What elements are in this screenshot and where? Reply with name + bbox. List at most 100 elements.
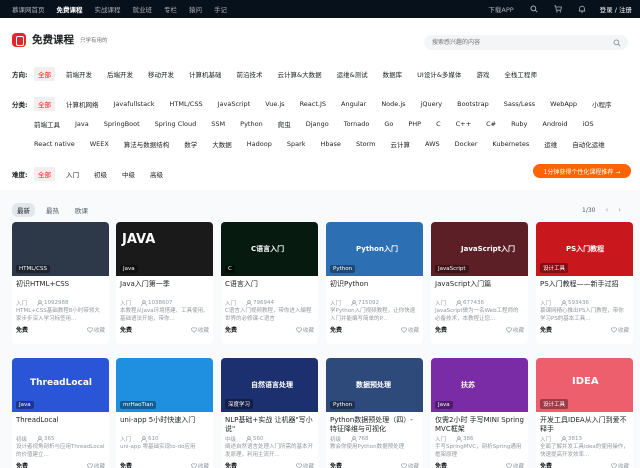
course-card[interactable]: ThreadLocal Java ThreadLocal 初级 365 设计者视角剖析与应…	[12, 358, 109, 468]
course-title[interactable]: JavaScript入门篇	[431, 276, 528, 298]
category-tag[interactable]: Node.js	[377, 98, 409, 110]
category-tag[interactable]: Android	[538, 118, 571, 130]
download-app-link[interactable]: 下载APP	[488, 4, 513, 14]
sort-tab-hottest[interactable]: 最热	[41, 203, 64, 217]
course-card[interactable]: IDEA 设计工具 开发工具IDEA从入门到爱不释手 入门 3813 全面了解并发工具id…	[536, 358, 633, 468]
category-tag[interactable]: C#	[482, 118, 500, 130]
bell-icon[interactable]	[578, 5, 586, 13]
favorite-button[interactable]: 收藏	[506, 462, 524, 468]
category-tag[interactable]: 自动化运维	[568, 137, 609, 151]
category-tag[interactable]: Docker	[451, 138, 482, 150]
login-register-link[interactable]: 登录 / 注册	[600, 4, 632, 14]
category-tag[interactable]: 计算机网络	[62, 97, 103, 111]
category-tag[interactable]: iOS	[579, 118, 598, 130]
category-tag[interactable]: Ruby	[507, 118, 531, 130]
difficulty-tag[interactable]: 初级	[90, 167, 111, 181]
course-title[interactable]: Java入门第一季	[116, 276, 213, 298]
category-tag[interactable]: 大数据	[208, 137, 236, 151]
course-thumbnail[interactable]: JAVA Java	[116, 222, 213, 276]
favorite-button[interactable]: 收藏	[401, 326, 419, 334]
category-tag[interactable]: Tornado	[340, 118, 374, 130]
course-thumbnail[interactable]: Python入门 Python	[326, 222, 423, 276]
personalized-recommendation-button[interactable]: 1分钟获得个性化课程推荐 →	[533, 164, 631, 178]
favorite-button[interactable]: 收藏	[191, 326, 209, 334]
course-card[interactable]: 自然语言处理 深度学习 NLP基础+实战 让机器"写小说" 中级 560 阐述自然语言处理…	[221, 358, 318, 468]
category-tag[interactable]: 运维	[540, 137, 561, 151]
difficulty-tag-all[interactable]: 全部	[34, 167, 55, 181]
course-search-input[interactable]	[424, 35, 604, 50]
direction-tag[interactable]: 前端开发	[62, 67, 96, 81]
search-icon[interactable]	[530, 5, 538, 13]
nav-career-class[interactable]: 就业班	[133, 4, 153, 14]
category-tag[interactable]: Go	[380, 118, 397, 130]
course-thumbnail[interactable]: PS入门教程 设计工具	[536, 222, 633, 276]
direction-tag[interactable]: 移动开发	[144, 67, 178, 81]
favorite-button[interactable]: 收藏	[296, 462, 314, 468]
difficulty-tag[interactable]: 入门	[62, 167, 83, 181]
category-tag[interactable]: 算法与数据结构	[120, 137, 174, 151]
category-tag[interactable]: jQuery	[417, 98, 447, 110]
category-tag[interactable]: Python	[236, 118, 267, 130]
category-tag[interactable]: 爬虫	[274, 117, 295, 131]
sort-tab-latest[interactable]: 最新	[12, 203, 35, 217]
course-thumbnail[interactable]: IDEA 设计工具	[536, 358, 633, 412]
direction-tag[interactable]: UI设计&多媒体	[413, 67, 465, 81]
category-tag[interactable]: Hbase	[317, 138, 345, 150]
course-title[interactable]: NLP基础+实战 让机器"写小说"	[221, 412, 318, 434]
nav-practical-courses[interactable]: 实战课程	[95, 4, 121, 14]
direction-tag-all[interactable]: 全部	[34, 67, 55, 81]
category-tag[interactable]: JavaScript	[214, 98, 255, 110]
course-card[interactable]: 扶苏 Java 仅需2小时 手写MINI Spring MVC框架 入门 386 手写Sp…	[431, 358, 528, 468]
course-card[interactable]: Python入门 Python 初识Python 入门 715092 学Python入门视…	[326, 222, 423, 344]
favorite-button[interactable]: 收藏	[191, 462, 209, 468]
category-tag[interactable]: WebApp	[546, 98, 581, 110]
nav-free-courses[interactable]: 免费课程	[57, 4, 83, 14]
sort-tab-third[interactable]: 欧课	[70, 203, 93, 217]
course-title[interactable]: Python数据预处理（四）- 特征降维与可视化	[326, 412, 423, 434]
category-tag[interactable]: 小程序	[588, 97, 616, 111]
course-thumbnail[interactable]: 数据预处理 Python	[326, 358, 423, 412]
course-title[interactable]: C语言入门	[221, 276, 318, 298]
category-tag[interactable]: Storm	[352, 138, 380, 150]
category-tag[interactable]: 云计算	[386, 137, 414, 151]
nav-home[interactable]: 慕课网首页	[12, 4, 45, 14]
course-title[interactable]: uni-app 5小时快速入门	[116, 412, 213, 434]
next-page-button[interactable]: ›	[618, 206, 621, 214]
course-card[interactable]: JavaScript入门 JavaScript JavaScript入门篇 入门 677…	[431, 222, 528, 344]
direction-tag[interactable]: 运维&测试	[333, 67, 372, 81]
course-title[interactable]: PS入门教程——新手过招	[536, 276, 633, 298]
direction-tag[interactable]: 数据库	[379, 67, 407, 81]
course-thumbnail[interactable]: ThreadLocal Java	[12, 358, 109, 412]
category-tag[interactable]: Sass/Less	[500, 98, 539, 110]
course-thumbnail[interactable]: mrHaoTian	[116, 358, 213, 412]
course-thumbnail[interactable]: HTML/CSS	[12, 222, 109, 276]
category-tag[interactable]: Java	[71, 118, 93, 130]
course-title[interactable]: 仅需2小时 手写MINI Spring MVC框架	[431, 412, 528, 434]
category-tag[interactable]: Javafullstack	[110, 98, 159, 110]
favorite-button[interactable]: 收藏	[296, 326, 314, 334]
nav-notes[interactable]: 手记	[214, 4, 227, 14]
course-card[interactable]: HTML/CSS 初识HTML+CSS 入门 1092988 HTML+CSS基础教程8…	[12, 222, 109, 344]
category-tag-all[interactable]: 全部	[34, 97, 55, 111]
direction-tag[interactable]: 前沿技术	[233, 67, 267, 81]
category-tag[interactable]: HTML/CSS	[166, 98, 207, 110]
category-tag[interactable]: React native	[30, 138, 79, 150]
course-title[interactable]: 初识HTML+CSS	[12, 276, 109, 298]
favorite-button[interactable]: 收藏	[401, 462, 419, 468]
cart-icon[interactable]	[554, 5, 562, 13]
category-tag[interactable]: WEEX	[86, 138, 113, 150]
prev-page-button[interactable]: ‹	[605, 206, 608, 214]
category-tag[interactable]: Django	[302, 118, 333, 130]
category-tag[interactable]: React.JS	[296, 98, 330, 110]
difficulty-tag[interactable]: 高级	[146, 167, 167, 181]
category-tag[interactable]: Bootstrap	[453, 98, 493, 110]
course-card[interactable]: C语言入门 C C语言入门 入门 796944 C语言入门视频教程，带你进入编程世界的必修…	[221, 222, 318, 344]
nav-column[interactable]: 专栏	[164, 4, 177, 14]
course-thumbnail[interactable]: 自然语言处理 深度学习	[221, 358, 318, 412]
favorite-button[interactable]: 收藏	[611, 462, 629, 468]
favorite-button[interactable]: 收藏	[87, 326, 105, 334]
difficulty-tag[interactable]: 中级	[118, 167, 139, 181]
direction-tag[interactable]: 计算机基础	[185, 67, 226, 81]
category-tag[interactable]: C	[432, 118, 445, 130]
course-card[interactable]: 数据预处理 Python Python数据预处理（四）- 特征降维与可视化 初级 768…	[326, 358, 423, 468]
